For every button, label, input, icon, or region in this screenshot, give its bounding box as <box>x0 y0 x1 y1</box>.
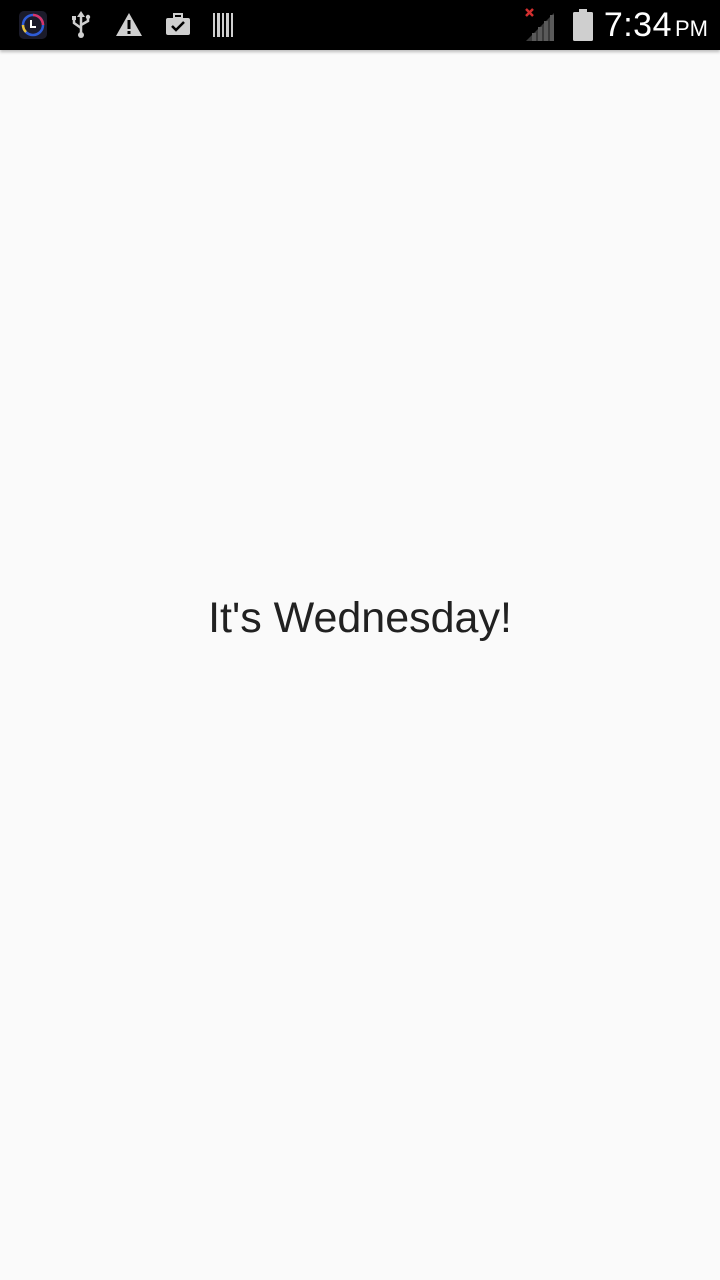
clock: 7:34 PM <box>604 6 708 45</box>
app-notification-icon <box>18 10 48 40</box>
warning-icon <box>114 10 144 40</box>
main-content <box>0 50 720 1280</box>
notification-icons <box>18 0 234 50</box>
day-message: It's Wednesday! <box>208 594 512 642</box>
clock-ampm: PM <box>675 15 708 41</box>
signal-no-service-icon <box>524 7 558 43</box>
briefcase-check-icon <box>164 10 192 40</box>
status-bar: 7:34 PM <box>0 0 720 50</box>
usb-icon <box>68 10 94 40</box>
system-status: 7:34 PM <box>524 0 708 50</box>
battery-icon <box>572 8 594 42</box>
barcode-icon <box>212 11 234 39</box>
clock-time: 7:34 <box>603 5 672 44</box>
screen: 7:34 PM It's Wednesday! <box>0 0 720 1280</box>
